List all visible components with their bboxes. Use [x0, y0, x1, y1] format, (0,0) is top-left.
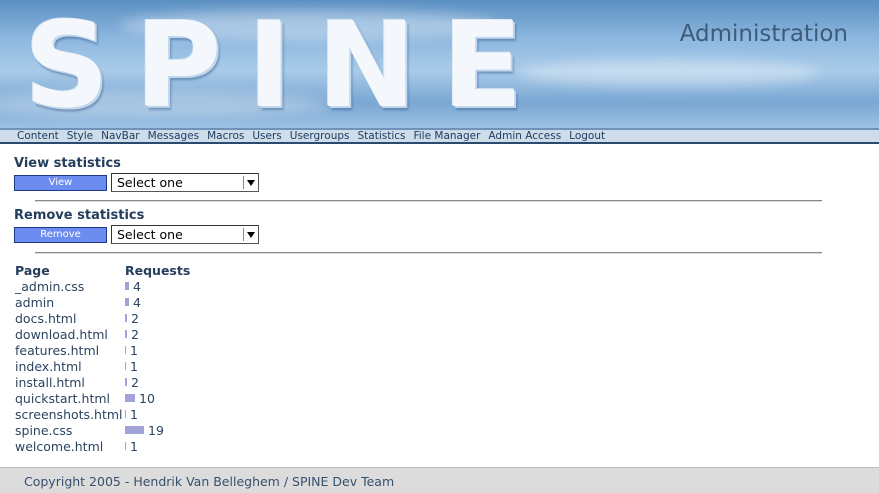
- nav-style[interactable]: Style: [67, 130, 93, 142]
- footer: Copyright 2005 - Hendrik Van Belleghem /…: [0, 467, 879, 493]
- request-count: 2: [131, 327, 139, 342]
- remove-page-select[interactable]: Select one: [111, 225, 259, 244]
- page-name: install.html: [15, 375, 85, 390]
- remove-button[interactable]: Remove: [14, 227, 107, 243]
- page-name: admin: [15, 295, 55, 310]
- view-page-select[interactable]: Select one: [111, 173, 259, 192]
- request-bar: [125, 314, 127, 322]
- header-banner: SPINE Administration: [0, 0, 879, 128]
- nav-logout[interactable]: Logout: [569, 130, 605, 142]
- request-bar: [125, 442, 126, 450]
- request-bar: [125, 298, 129, 306]
- nav-messages[interactable]: Messages: [148, 130, 200, 142]
- page-name: index.html: [15, 359, 82, 374]
- banner-cloud: [520, 60, 820, 86]
- page-name: quickstart.html: [15, 391, 111, 406]
- request-count: 4: [133, 295, 141, 310]
- request-count: 2: [131, 375, 139, 390]
- divider: [35, 252, 822, 254]
- request-bar: [125, 394, 135, 402]
- page-name: download.html: [15, 327, 108, 342]
- spine-logo: SPINE: [24, 0, 549, 128]
- request-count: 1: [130, 439, 138, 454]
- page-column-header: Page: [15, 263, 50, 278]
- request-count: 1: [130, 407, 138, 422]
- page-name: docs.html: [15, 311, 77, 326]
- page-name: _admin.css: [15, 279, 85, 294]
- request-count: 4: [133, 279, 141, 294]
- request-bar: [125, 410, 126, 418]
- nav-content[interactable]: Content: [17, 130, 59, 142]
- nav-macros[interactable]: Macros: [207, 130, 244, 142]
- nav-file-manager[interactable]: File Manager: [413, 130, 480, 142]
- main-navigation: Content Style NavBar Messages Macros Use…: [0, 128, 879, 144]
- nav-navbar[interactable]: NavBar: [101, 130, 139, 142]
- nav-admin-access[interactable]: Admin Access: [488, 130, 561, 142]
- request-bar: [125, 378, 127, 386]
- copyright-text: Copyright 2005 - Hendrik Van Belleghem /…: [24, 474, 395, 489]
- requests-column-header: Requests: [125, 263, 191, 278]
- request-count: 10: [139, 391, 155, 406]
- nav-users[interactable]: Users: [252, 130, 281, 142]
- chevron-down-icon[interactable]: [243, 228, 256, 241]
- page-name: features.html: [15, 343, 100, 358]
- request-count: 1: [130, 359, 138, 374]
- chevron-down-icon[interactable]: [243, 176, 256, 189]
- remove-statistics-heading: Remove statistics: [14, 208, 145, 223]
- main-content: View statistics View Select one Remove s…: [0, 144, 879, 467]
- page-name: welcome.html: [15, 439, 104, 454]
- view-statistics-heading: View statistics: [14, 156, 121, 171]
- request-count: 19: [148, 423, 164, 438]
- page-name: screenshots.html: [15, 407, 123, 422]
- page-title: Administration: [679, 21, 848, 47]
- request-count: 2: [131, 311, 139, 326]
- request-bar: [125, 426, 144, 434]
- divider: [35, 200, 822, 202]
- page-name: spine.css: [15, 423, 73, 438]
- nav-usergroups[interactable]: Usergroups: [290, 130, 350, 142]
- remove-select-value: Select one: [117, 227, 183, 242]
- request-bar: [125, 282, 129, 290]
- view-button[interactable]: View: [14, 175, 107, 191]
- request-count: 1: [130, 343, 138, 358]
- view-select-value: Select one: [117, 175, 183, 190]
- request-bar: [125, 330, 127, 338]
- nav-statistics[interactable]: Statistics: [357, 130, 405, 142]
- request-bar: [125, 346, 126, 354]
- request-bar: [125, 362, 126, 370]
